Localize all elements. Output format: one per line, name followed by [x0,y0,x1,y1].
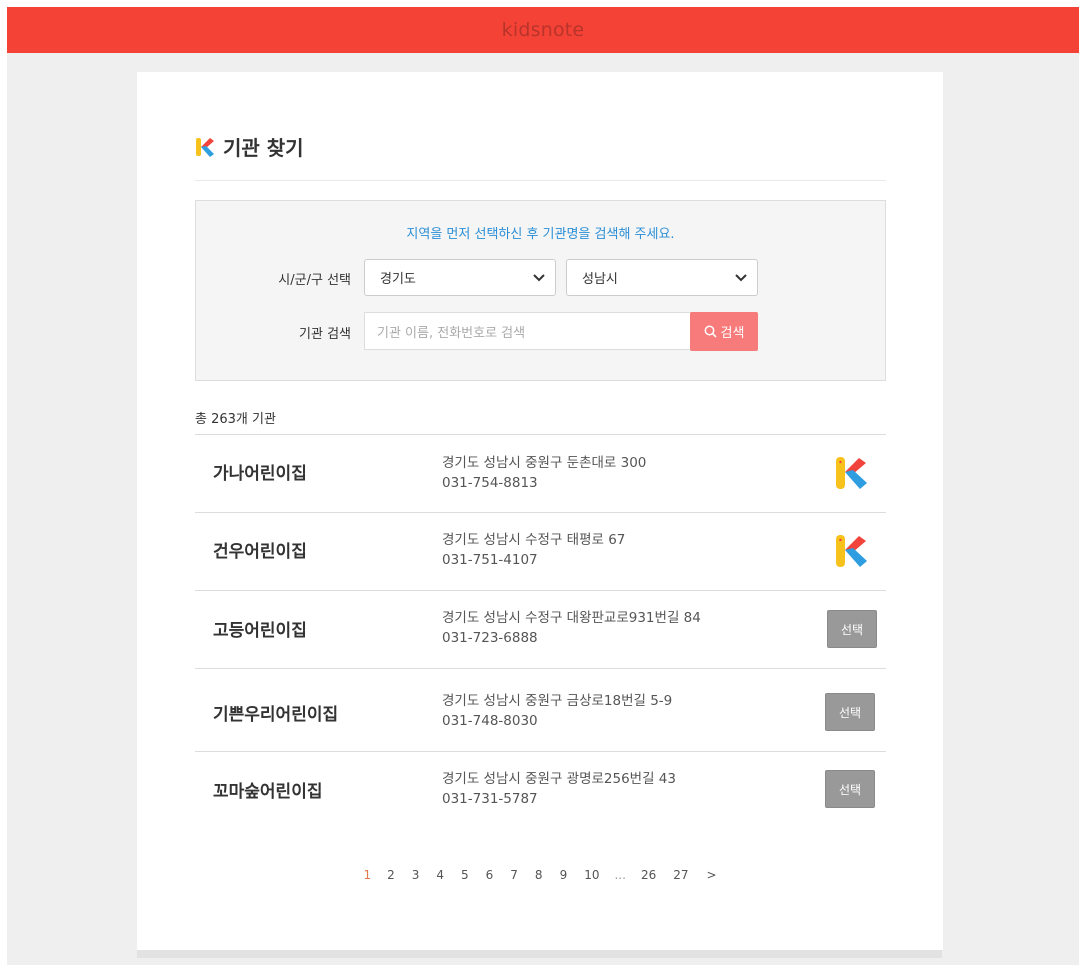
page-link-6[interactable]: 6 [486,868,494,882]
institution-phone: 031-731-5787 [442,791,538,807]
search-icon [704,325,717,338]
search-card: 기관 찾기 지역을 먼저 선택하신 후 기관명을 검색해 주세요. 시/군/구 … [137,72,943,950]
search-button-label: 검색 [720,326,745,341]
page-link-7[interactable]: 7 [510,868,518,882]
institution-address: 경기도 성남시 수정구 태평로 67 [442,532,626,548]
pagination: 1 2 3 4 5 6 7 8 9 10 ... 26 27 > [137,868,943,882]
keyword-label: 기관 검색 [299,327,351,342]
page-link-1[interactable]: 1 [363,868,371,882]
chevron-down-icon [735,274,747,282]
page-title: 기관 찾기 [223,136,304,160]
page-link-8[interactable]: 8 [535,868,543,882]
select-button[interactable]: 선택 [825,770,875,808]
list-item[interactable]: 건우어린이집 경기도 성남시 수정구 태평로 67 031-751-4107 [195,513,886,591]
region-label: 시/군/구 선택 [278,273,351,288]
top-bar: kidsnote [7,7,1079,53]
institution-phone: 031-754-8813 [442,475,538,491]
institution-name: 건우어린이집 [213,542,307,562]
institution-name: 기쁜우리어린이집 [213,705,339,725]
city-value: 성남시 [582,272,618,287]
brand-logo[interactable]: kidsnote [502,19,585,41]
list-item[interactable]: 꼬마숲어린이집 경기도 성남시 중원구 광명로256번길 43 031-731-… [195,752,886,830]
institution-phone: 031-723-6888 [442,630,538,646]
select-button[interactable]: 선택 [825,693,875,731]
page-link-26[interactable]: 26 [641,868,656,882]
list-item[interactable]: 고등어린이집 경기도 성남시 수정구 대왕판교로931번길 84 031-723… [195,591,886,669]
kidsnote-k-icon [196,137,214,157]
divider [195,180,886,181]
search-panel: 지역을 먼저 선택하신 후 기관명을 검색해 주세요. 시/군/구 선택 경기도… [195,200,886,381]
page-link-2[interactable]: 2 [387,868,395,882]
institution-address: 경기도 성남시 중원구 광명로256번길 43 [442,771,676,787]
institution-phone: 031-748-8030 [442,713,538,729]
select-button[interactable]: 선택 [827,610,877,648]
title-row: 기관 찾기 [195,132,304,161]
search-input[interactable]: 기관 이름, 전화번호로 검색 [364,312,691,350]
institution-address: 경기도 성남시 중원구 둔촌대로 300 [442,455,647,471]
page-link-27[interactable]: 27 [673,868,688,882]
city-select[interactable]: 성남시 [566,259,758,296]
list-item[interactable]: 기쁜우리어린이집 경기도 성남시 중원구 금상로18번길 5-9 031-748… [195,669,886,752]
page-link-3[interactable]: 3 [412,868,420,882]
page-link-5[interactable]: 5 [461,868,469,882]
institution-address: 경기도 성남시 중원구 금상로18번길 5-9 [442,693,673,709]
kidsnote-icon [836,457,867,489]
search-button[interactable]: 검색 [690,312,758,351]
chevron-down-icon [533,274,545,282]
province-select[interactable]: 경기도 [364,259,556,296]
page-link-4[interactable]: 4 [436,868,444,882]
page-link-9[interactable]: 9 [560,868,568,882]
next-page-button[interactable]: > [707,868,717,882]
institution-name: 고등어린이집 [213,621,307,641]
province-value: 경기도 [380,272,416,287]
institution-address: 경기도 성남시 수정구 대왕판교로931번길 84 [442,610,701,626]
search-notice: 지역을 먼저 선택하신 후 기관명을 검색해 주세요. [406,227,675,242]
list-item[interactable]: 가나어린이집 경기도 성남시 중원구 둔촌대로 300 031-754-8813 [195,435,886,513]
institution-name: 가나어린이집 [213,464,307,484]
page-ellipsis: ... [614,868,626,882]
kidsnote-icon [836,535,867,567]
institution-phone: 031-751-4107 [442,552,538,568]
institution-name: 꼬마숲어린이집 [213,782,323,802]
result-count: 총 263개 기관 [195,412,276,427]
page-link-10[interactable]: 10 [584,868,599,882]
card-shadow [137,950,942,958]
